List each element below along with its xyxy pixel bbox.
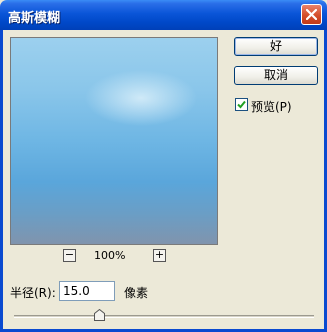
preview-label: 预览(P) [251, 100, 292, 114]
title-bar[interactable]: 高斯模糊 [0, 0, 327, 30]
radius-input[interactable]: 15.0 [59, 281, 115, 301]
zoom-controls: − 100% + [10, 248, 218, 264]
close-icon [306, 9, 317, 20]
radius-slider-track[interactable] [14, 315, 314, 318]
ok-button[interactable]: 好 [234, 37, 318, 56]
radius-label: 半径(R): [10, 286, 56, 300]
close-button[interactable] [301, 4, 322, 25]
radius-slider-thumb[interactable] [94, 309, 105, 321]
checkbox-box[interactable] [235, 98, 248, 111]
check-icon [237, 100, 246, 109]
unit-label: 像素 [124, 286, 149, 300]
zoom-in-button[interactable]: + [153, 249, 166, 262]
preview-image[interactable] [10, 37, 218, 245]
window-title: 高斯模糊 [8, 11, 61, 26]
cancel-button[interactable]: 取消 [234, 66, 318, 85]
zoom-out-button[interactable]: − [63, 249, 76, 262]
zoom-level: 100% [94, 249, 126, 262]
